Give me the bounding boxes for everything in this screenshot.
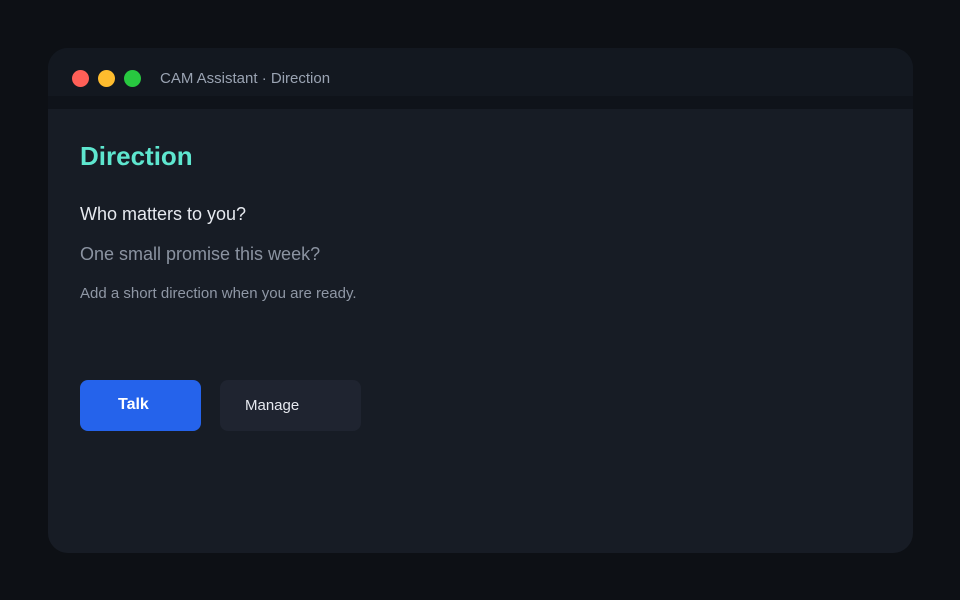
prompt-question-primary: Who matters to you? — [80, 204, 247, 224]
app-window: CAM Assistant · Direction Direction Who … — [48, 48, 913, 553]
prompt-question-secondary: One small promise this week? — [80, 244, 321, 264]
helper-text: Add a short direction when you are ready… — [80, 285, 357, 302]
manage-button-label: Manage — [245, 397, 300, 414]
talk-button[interactable]: Talk — [80, 380, 201, 431]
title-bar: CAM Assistant · Direction — [48, 48, 913, 96]
manage-button[interactable]: Manage — [220, 380, 361, 431]
talk-button-label: Talk — [118, 396, 149, 413]
maximize-window-button[interactable] — [124, 70, 141, 87]
page-title: Direction — [80, 141, 193, 171]
close-window-button[interactable] — [72, 70, 89, 87]
minimize-window-button[interactable] — [98, 70, 115, 87]
window-title: CAM Assistant · Direction — [160, 70, 331, 87]
title-bar-divider — [48, 96, 913, 109]
